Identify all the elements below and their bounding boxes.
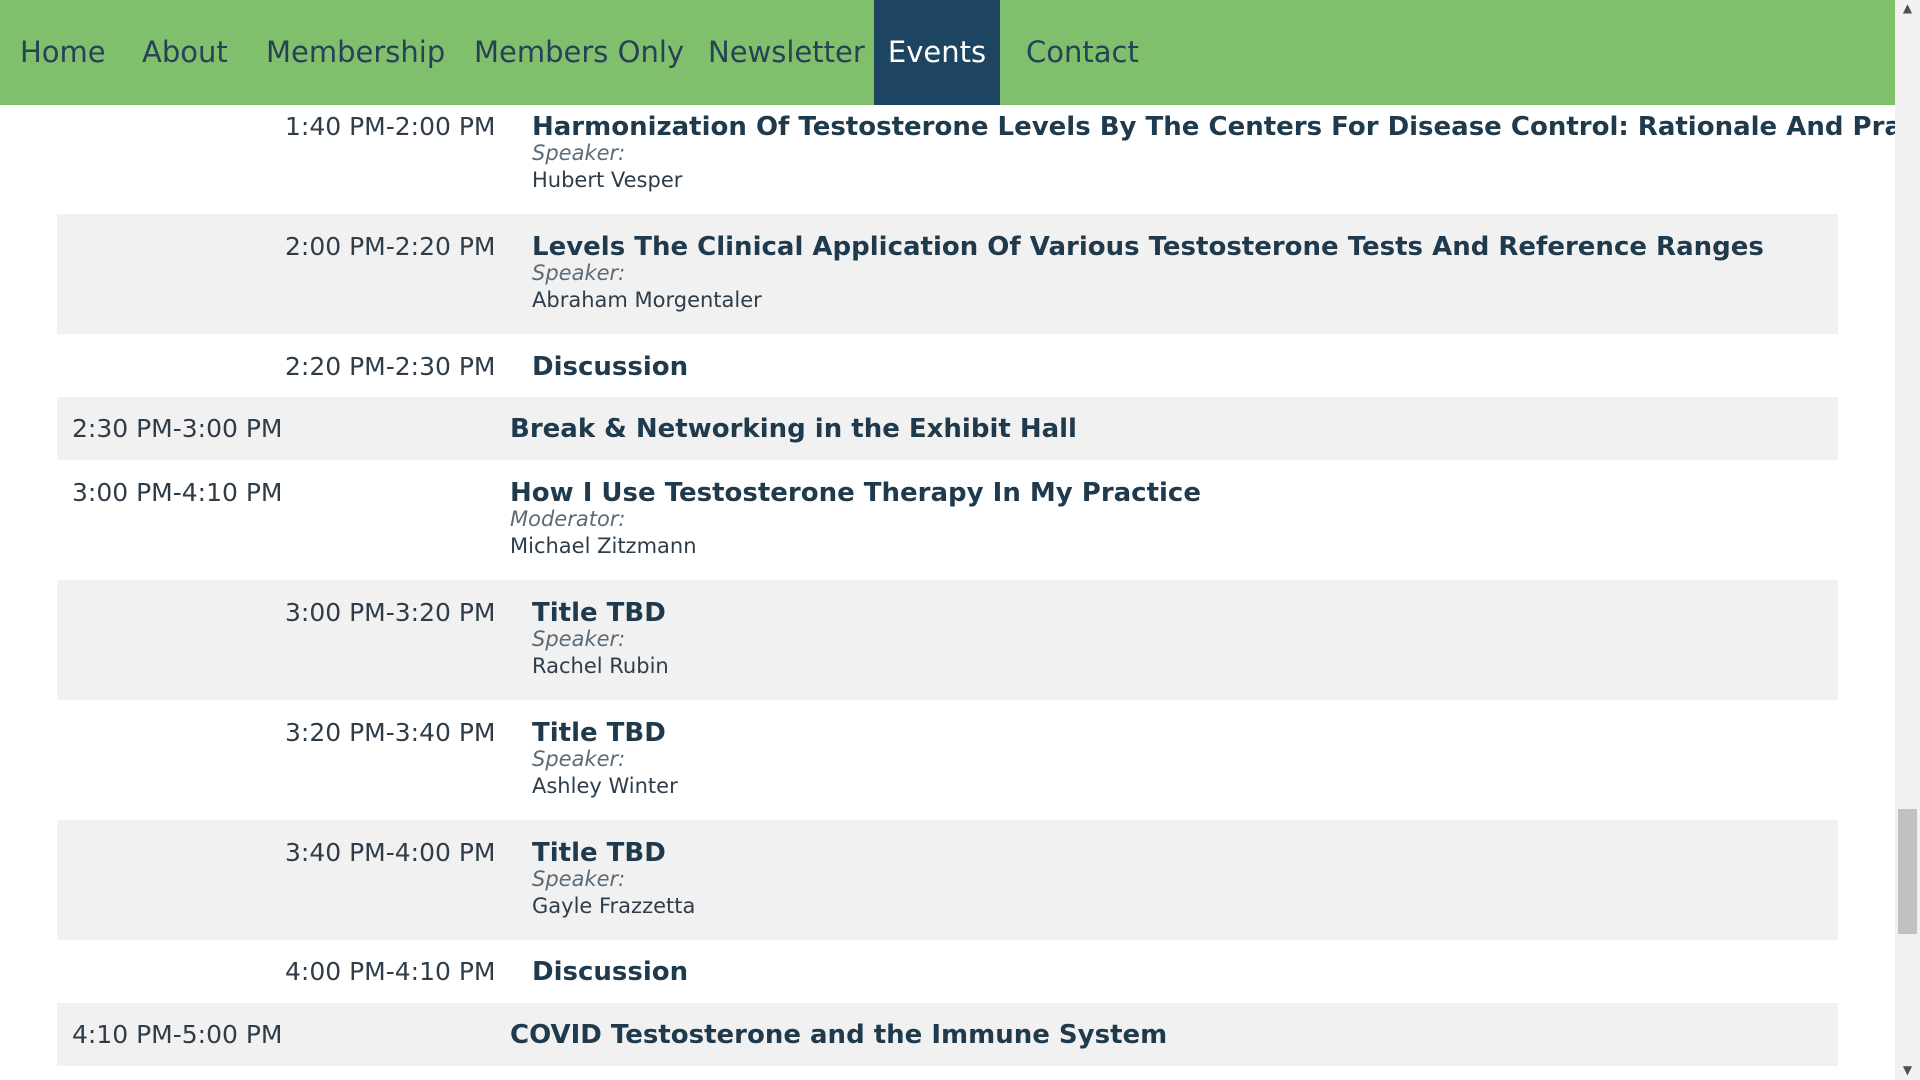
session-time: 1:40 PM-2:00 PM: [285, 112, 496, 141]
speaker-name: Gayle Frazzetta: [532, 894, 696, 918]
session-time: 2:00 PM-2:20 PM: [285, 232, 496, 261]
session-title: Title TBD: [532, 838, 666, 868]
session-time: 4:00 PM-4:10 PM: [285, 957, 496, 986]
nav-newsletter[interactable]: Newsletter: [708, 0, 865, 105]
nav-members-only[interactable]: Members Only: [474, 0, 684, 105]
session-title: Discussion: [532, 957, 689, 987]
nav-events[interactable]: Events: [874, 0, 1000, 105]
session-title: Break & Networking in the Exhibit Hall: [510, 414, 1077, 444]
speaker-name: Abraham Morgentaler: [532, 288, 762, 312]
session-title: Title TBD: [532, 598, 666, 628]
schedule-row: 2:30 PM-3:00 PM Break & Networking in th…: [57, 397, 1838, 460]
session-time: 3:20 PM-3:40 PM: [285, 718, 496, 747]
schedule-row: 3:20 PM-3:40 PM Title TBD Speaker: Ashle…: [57, 700, 1838, 820]
schedule-row: 2:00 PM-2:20 PM Levels The Clinical Appl…: [57, 214, 1838, 334]
schedule-row: 3:40 PM-4:00 PM Title TBD Speaker: Gayle…: [57, 820, 1838, 940]
moderator-name: Michael Zitzmann: [510, 534, 697, 558]
speaker-name: Ashley Winter: [532, 774, 678, 798]
session-title: Harmonization Of Testosterone Levels By …: [532, 112, 1895, 142]
speaker-label: Speaker:: [532, 627, 626, 651]
session-title: Levels The Clinical Application Of Vario…: [532, 232, 1764, 262]
speaker-name: Hubert Vesper: [532, 168, 683, 192]
schedule: 1:40 PM-2:00 PM Harmonization Of Testost…: [0, 105, 1895, 1080]
schedule-row: 3:00 PM-3:20 PM Title TBD Speaker: Rache…: [57, 580, 1838, 700]
session-time: 3:40 PM-4:00 PM: [285, 838, 496, 867]
session-time: 2:20 PM-2:30 PM: [285, 352, 496, 381]
session-title: COVID Testosterone and the Immune System: [510, 1020, 1168, 1050]
schedule-row: 2:20 PM-2:30 PM Discussion: [57, 334, 1838, 397]
speaker-label: Speaker:: [532, 141, 626, 165]
nav-contact[interactable]: Contact: [1026, 0, 1139, 105]
schedule-row: 4:10 PM-5:00 PM COVID Testosterone and t…: [57, 1003, 1838, 1066]
speaker-label: Speaker:: [532, 261, 626, 285]
schedule-row: 1:40 PM-2:00 PM Harmonization Of Testost…: [57, 105, 1895, 213]
speaker-label: Speaker:: [532, 747, 626, 771]
scrollbar-thumb[interactable]: [1898, 809, 1917, 934]
session-title: Title TBD: [532, 718, 666, 748]
nav-home[interactable]: Home: [20, 0, 106, 105]
arrow-up-icon[interactable]: ▲: [1898, 0, 1917, 16]
nav-about[interactable]: About: [142, 0, 228, 105]
session-title: How I Use Testosterone Therapy In My Pra…: [510, 478, 1201, 508]
session-title: Discussion: [532, 352, 689, 382]
session-time: 3:00 PM-4:10 PM: [72, 478, 283, 507]
schedule-row: 3:00 PM-4:10 PM How I Use Testosterone T…: [57, 460, 1838, 585]
speaker-label: Speaker:: [532, 867, 626, 891]
arrow-down-icon[interactable]: ▼: [1898, 1062, 1917, 1078]
moderator-label: Moderator:: [510, 507, 626, 531]
speaker-name: Rachel Rubin: [532, 654, 669, 678]
session-time: 4:10 PM-5:00 PM: [72, 1020, 283, 1049]
session-time: 2:30 PM-3:00 PM: [72, 414, 283, 443]
session-time: 3:00 PM-3:20 PM: [285, 598, 496, 627]
top-nav: Home About Membership Members Only Newsl…: [0, 0, 1895, 105]
nav-membership[interactable]: Membership: [266, 0, 445, 105]
schedule-row: 4:00 PM-4:10 PM Discussion: [57, 940, 1838, 1003]
